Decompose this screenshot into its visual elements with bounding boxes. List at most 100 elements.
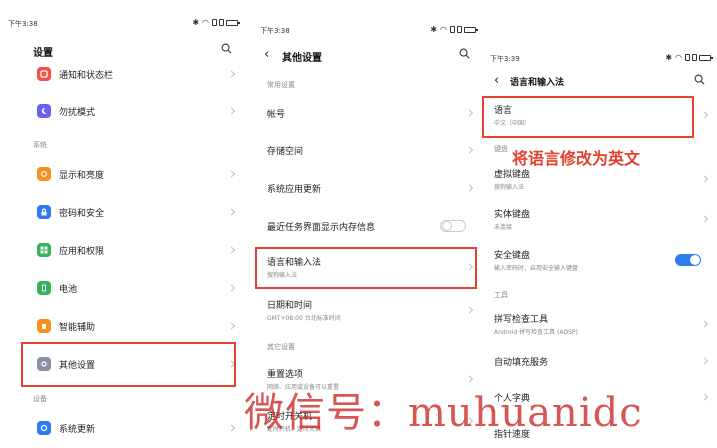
page-title: 语言和输入法 <box>510 78 565 88</box>
other-item-memory-info: 最近任务界面显示内存信息 <box>252 214 482 238</box>
grid-icon <box>37 243 51 257</box>
settings-item-label: 显示和亮度 <box>59 170 105 181</box>
settings-item-label: 电池 <box>59 284 78 295</box>
bell-icon <box>37 67 51 81</box>
sim-icon <box>685 54 690 61</box>
settings-item-display[interactable]: 显示和亮度 <box>0 162 244 186</box>
item-sublabel: 搜狗输入法 <box>494 184 525 191</box>
sun-icon <box>37 167 51 181</box>
highlight-box-other-settings <box>21 342 236 387</box>
section-header-other: 其它设置 <box>267 343 295 351</box>
toggle-knob <box>690 255 700 265</box>
moon-icon <box>37 104 51 118</box>
settings-item-dnd[interactable]: 勿扰模式 <box>0 99 244 123</box>
status-icons: ✱ ◠ <box>430 25 478 34</box>
item-label: 存储空间 <box>267 146 304 157</box>
other-item-account[interactable]: 帐号 <box>252 101 482 125</box>
bluetooth-icon: ✱ <box>430 25 439 34</box>
section-header-system: 系统 <box>33 141 47 149</box>
page-title: 其他设置 <box>282 53 322 64</box>
status-time: 下午3:38 <box>8 20 38 28</box>
lock-icon <box>37 205 51 219</box>
status-bar: 下午3:39 ✱ ◠ <box>482 53 717 68</box>
chevron-right-icon <box>227 70 236 78</box>
hand-icon <box>37 319 51 333</box>
section-header-tools: 工具 <box>494 291 508 299</box>
other-item-date-time[interactable]: 日期和时间 GMT+08:00 台北标准时间 <box>252 295 482 325</box>
settings-item-apps[interactable]: 应用和权限 <box>0 238 244 262</box>
item-label: 重置选项 <box>267 370 304 380</box>
sim2-icon <box>219 19 224 26</box>
sim2-icon <box>692 54 697 61</box>
chevron-right-icon <box>700 215 709 223</box>
settings-item-label: 智能辅助 <box>59 322 96 333</box>
settings-item-label: 系统更新 <box>59 424 96 435</box>
item-label: 最近任务界面显示内存信息 <box>267 222 376 233</box>
item-sublabel: 输入密码时，启用安全输入键盘 <box>494 265 579 272</box>
other-item-app-update[interactable]: 系统应用更新 <box>252 176 482 200</box>
item-label: 系统应用更新 <box>267 184 322 195</box>
sim-icon <box>212 19 217 26</box>
settings-item-battery[interactable]: 电池 <box>0 276 244 300</box>
settings-item-password[interactable]: 密码和安全 <box>0 200 244 224</box>
secure-keyboard-toggle[interactable] <box>675 254 701 266</box>
refresh-icon <box>37 421 51 435</box>
item-label: 安全键盘 <box>494 251 531 261</box>
memory-info-toggle[interactable] <box>440 220 466 232</box>
wifi-icon: ◠ <box>440 25 448 34</box>
item-label: 日期和时间 <box>267 301 313 311</box>
status-icons: ✱ ◠ <box>192 18 240 27</box>
chevron-right-icon <box>700 393 709 401</box>
sim2-icon <box>457 26 462 33</box>
highlight-box-language-input <box>255 247 477 289</box>
chevron-right-icon <box>700 175 709 183</box>
wifi-icon: ◠ <box>202 18 210 27</box>
bluetooth-icon: ✱ <box>192 18 201 27</box>
chevron-right-icon <box>700 320 709 328</box>
section-header-device: 设备 <box>33 395 47 403</box>
item-label: 自动填充服务 <box>494 357 549 368</box>
secure-keyboard-item: 安全键盘 输入密码时，启用安全输入键盘 <box>482 246 717 274</box>
settings-item-notifications[interactable]: 通知和状态栏 <box>0 62 244 86</box>
virtual-keyboard-item[interactable]: 虚拟键盘 搜狗输入法 <box>482 165 717 193</box>
battery-icon <box>37 281 51 295</box>
item-label: 帐号 <box>267 109 286 120</box>
settings-item-update[interactable]: 系统更新 <box>0 416 244 440</box>
watermark-text: 微信号：muhuanidc <box>244 390 643 436</box>
other-item-storage[interactable]: 存储空间 <box>252 138 482 162</box>
chevron-right-icon <box>465 184 474 192</box>
chevron-right-icon <box>227 107 236 115</box>
chevron-right-icon <box>700 357 709 365</box>
chevron-right-icon <box>465 109 474 117</box>
battery-status-icon <box>226 19 240 26</box>
header: ‹ 其他设置 <box>252 45 482 67</box>
back-arrow-icon[interactable]: ‹ <box>264 47 269 62</box>
settings-item-label: 密码和安全 <box>59 208 105 219</box>
highlight-box-language <box>482 96 694 138</box>
search-icon[interactable] <box>221 43 232 54</box>
settings-item-assist[interactable]: 智能辅助 <box>0 314 244 338</box>
item-sublabel: GMT+08:00 台北标准时间 <box>267 315 341 322</box>
item-label: 实体键盘 <box>494 210 531 220</box>
toggle-knob <box>442 221 452 231</box>
battery-status-icon <box>464 26 478 33</box>
status-bar: 下午3:38 ✱ ◠ <box>0 18 244 33</box>
spell-checker-item[interactable]: 拼写检查工具 Android 拼写检查工具 (AOSP) <box>482 310 717 338</box>
item-sublabel: Android 拼写检查工具 (AOSP) <box>494 329 578 336</box>
search-icon[interactable] <box>694 74 705 85</box>
item-label: 拼写检查工具 <box>494 315 549 325</box>
item-sublabel: 未连接 <box>494 224 513 231</box>
search-icon[interactable] <box>459 48 470 59</box>
header: ‹ 语言和输入法 <box>482 71 717 93</box>
battery-status-icon <box>699 54 713 61</box>
header: 设置 <box>0 40 244 62</box>
back-arrow-icon[interactable]: ‹ <box>494 73 499 88</box>
chevron-right-icon <box>227 424 236 432</box>
chevron-right-icon <box>700 111 709 119</box>
sim-icon <box>450 26 455 33</box>
wifi-icon: ◠ <box>675 53 683 62</box>
section-header-keyboard: 键盘 <box>494 145 508 153</box>
autofill-item[interactable]: 自动填充服务 <box>482 350 717 372</box>
settings-item-label: 应用和权限 <box>59 246 105 257</box>
physical-keyboard-item[interactable]: 实体键盘 未连接 <box>482 205 717 233</box>
